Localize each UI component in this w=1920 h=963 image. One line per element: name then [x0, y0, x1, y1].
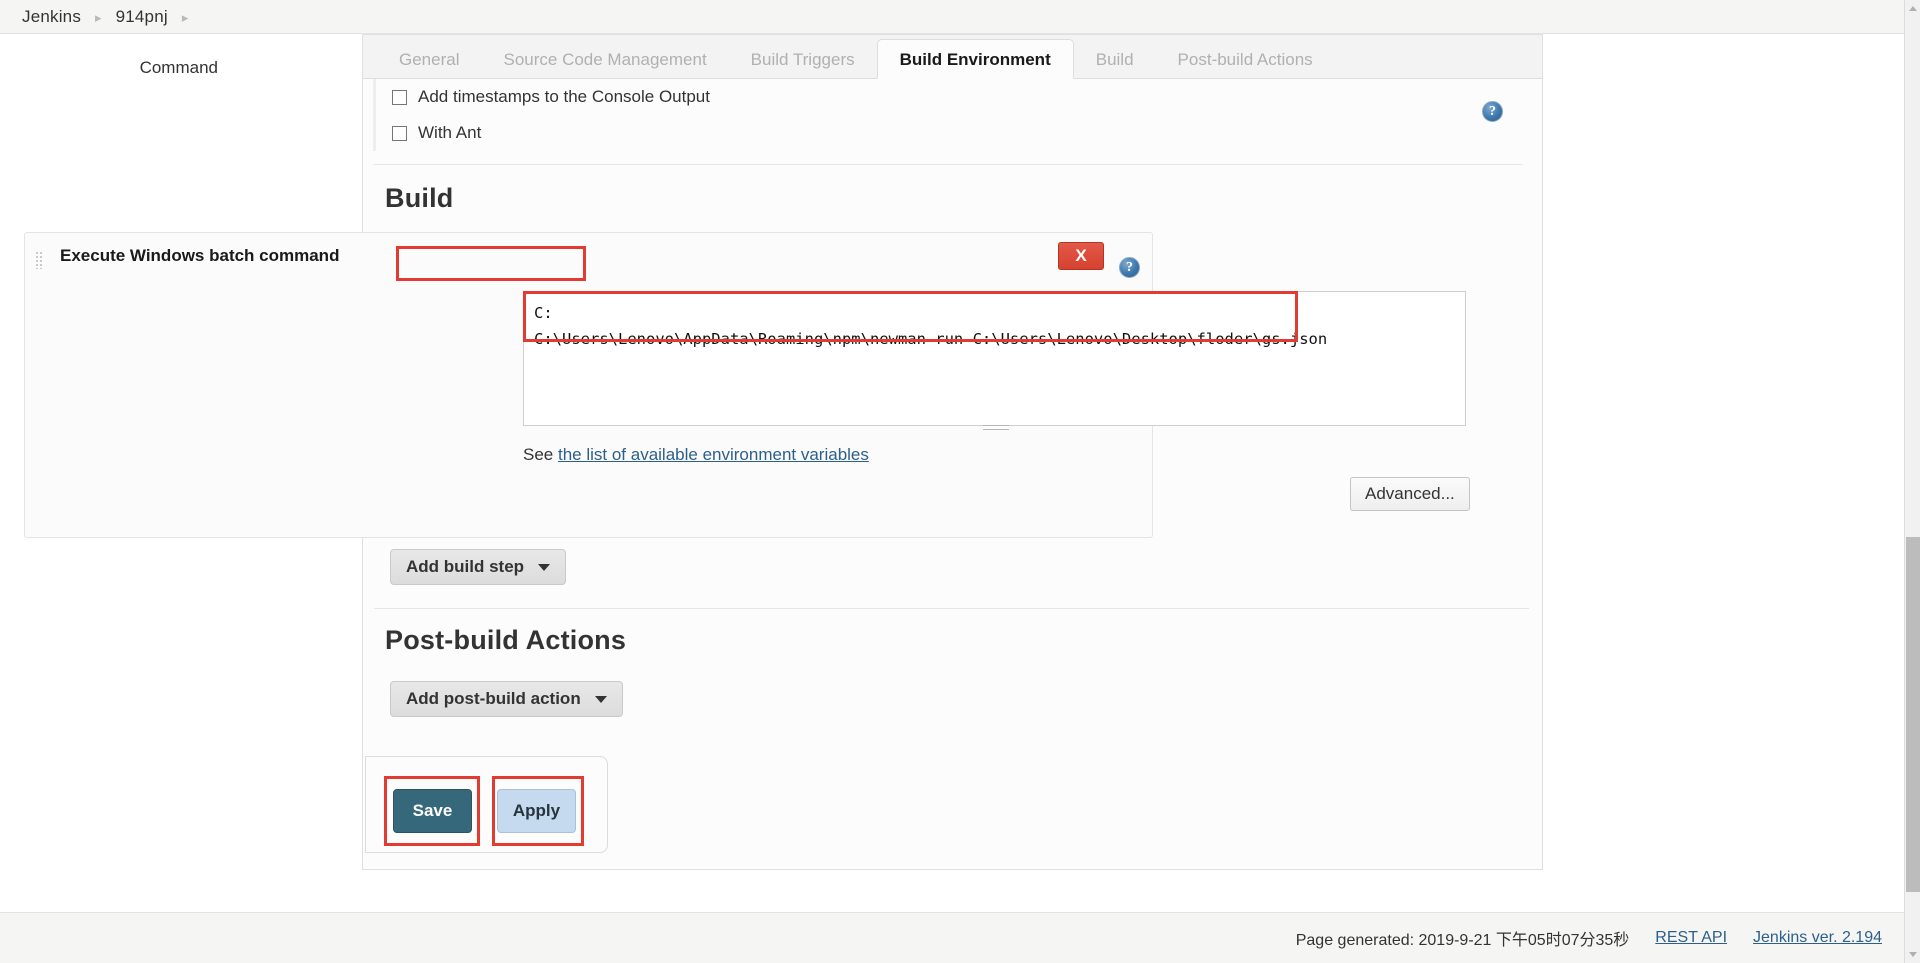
- textarea-resize-handle[interactable]: [983, 425, 1009, 430]
- chevron-down-icon: [538, 563, 551, 571]
- add-build-step-label: Add build step: [406, 557, 525, 576]
- command-field-label: Command: [139, 58, 218, 77]
- tab-build-environment[interactable]: Build Environment: [876, 39, 1074, 79]
- section-heading-build: Build: [385, 183, 454, 213]
- breadcrumb-separator-icon-2[interactable]: ▸: [182, 10, 189, 26]
- breadcrumb-item-job[interactable]: 914pnj: [116, 7, 168, 27]
- help-icon[interactable]: ?: [1482, 101, 1503, 122]
- advanced-button[interactable]: Advanced...: [1350, 477, 1470, 511]
- environment-variables-hint-prefix: See: [523, 445, 558, 464]
- add-post-build-action-label: Add post-build action: [406, 689, 581, 708]
- delete-build-step-button[interactable]: X: [1058, 242, 1104, 270]
- add-post-build-action-button[interactable]: Add post-build action: [390, 681, 623, 717]
- tab-post-build-actions[interactable]: Post-build Actions: [1156, 41, 1335, 78]
- divider-build: [373, 164, 1523, 165]
- build-step-title-wrap: Execute Windows batch command: [51, 239, 348, 274]
- add-build-step-button[interactable]: Add build step: [390, 549, 567, 585]
- tab-source-code-management[interactable]: Source Code Management: [481, 41, 728, 78]
- option-label-with-ant: With Ant: [418, 123, 482, 142]
- tab-build[interactable]: Build: [1074, 41, 1156, 78]
- checkbox-add-timestamps[interactable]: [392, 89, 407, 105]
- drag-handle-icon[interactable]: [35, 251, 44, 269]
- option-row-timestamps[interactable]: Add timestamps to the Console Output: [392, 79, 1533, 115]
- config-tab-bar: General Source Code Management Build Tri…: [362, 34, 1543, 79]
- scrollbar-thumb[interactable]: [1906, 537, 1920, 892]
- build-environment-options: Add timestamps to the Console Output Wit…: [373, 79, 1533, 151]
- divider-post-build: [374, 608, 1529, 609]
- chevron-down-icon: [1909, 952, 1917, 957]
- build-step-title: Execute Windows batch command: [60, 246, 340, 265]
- tab-build-triggers[interactable]: Build Triggers: [729, 41, 877, 78]
- option-row-with-ant[interactable]: With Ant: [392, 115, 1533, 151]
- section-heading-post-build-actions: Post-build Actions: [385, 625, 627, 655]
- breadcrumb-separator-icon: ▸: [95, 9, 102, 25]
- chevron-up-icon: [1909, 6, 1917, 11]
- environment-variables-hint: See the list of available environment va…: [523, 445, 869, 465]
- rest-api-link[interactable]: REST API: [1655, 929, 1727, 947]
- breadcrumb-item-jenkins[interactable]: Jenkins: [22, 7, 81, 27]
- page-generated-text: Page generated: 2019-9-21 下午05时07分35秒: [1295, 932, 1630, 949]
- breadcrumb: Jenkins ▸ 914pnj ▸: [0, 0, 1904, 34]
- apply-button[interactable]: Apply: [497, 789, 576, 833]
- jenkins-version-link[interactable]: Jenkins ver. 2.194: [1753, 929, 1882, 947]
- checkbox-with-ant[interactable]: [392, 125, 407, 141]
- scrollbar-down-button[interactable]: [1905, 946, 1920, 963]
- tab-general[interactable]: General: [377, 41, 481, 78]
- help-icon[interactable]: ?: [1119, 257, 1140, 278]
- option-label-timestamps: Add timestamps to the Console Output: [418, 87, 710, 106]
- save-button[interactable]: Save: [393, 789, 472, 833]
- vertical-scrollbar[interactable]: [1904, 0, 1920, 963]
- command-textarea-wrap: [523, 291, 1466, 426]
- scrollbar-up-button[interactable]: [1905, 0, 1920, 17]
- command-input[interactable]: [523, 291, 1466, 426]
- page-footer: Page generated: 2019-9-21 下午05时07分35秒 RE…: [0, 912, 1904, 963]
- chevron-down-icon: [594, 695, 607, 703]
- environment-variables-link[interactable]: the list of available environment variab…: [558, 445, 869, 464]
